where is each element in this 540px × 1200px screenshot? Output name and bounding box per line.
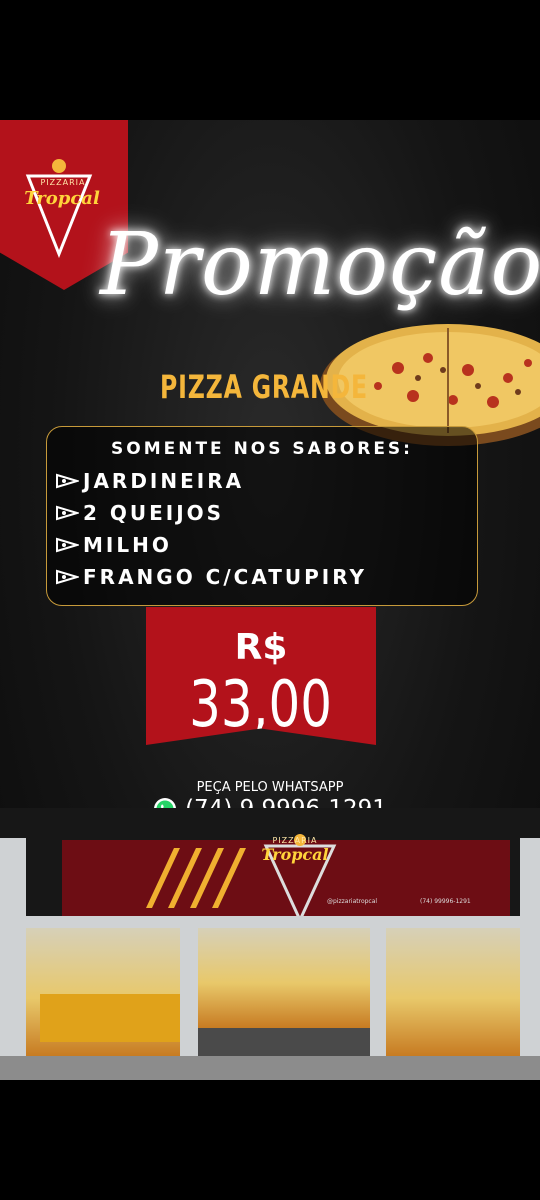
order-label: PEÇA PELO WHATSAPP [196, 780, 344, 795]
store-instagram: @pizzariatropcal [327, 898, 378, 905]
flavor-label: FRANGO C/CATUPIRY [83, 565, 368, 589]
flavor-item: MILHO [55, 533, 172, 557]
pizza-slice-icon [56, 537, 79, 553]
promo-poster: PIZZARIA Tropcal Promoção PIZZA GRANDE S… [0, 120, 540, 1080]
brand-name: Tropcal [24, 188, 100, 209]
store-brand: PIZZARIA Tropcal [250, 836, 340, 864]
flavors-heading: SOMENTE NOS SABORES: [111, 439, 413, 459]
brand-small-text: PIZZARIA [40, 178, 86, 187]
flavor-item: FRANGO C/CATUPIRY [55, 565, 367, 589]
price-value: 33,00 [189, 668, 333, 742]
price-currency: R$ [234, 627, 288, 668]
pizza-slice-icon [56, 473, 79, 489]
flavor-label: JARDINEIRA [83, 469, 245, 493]
store-phone: (74) 99996-1291 [420, 898, 471, 905]
pizza-slice-icon [56, 569, 79, 585]
subtitle: PIZZA GRANDE [160, 368, 368, 406]
flavor-item: JARDINEIRA [55, 469, 244, 493]
flavors-box: SOMENTE NOS SABORES: JARDINEIRA 2 QUEIJO… [46, 426, 478, 606]
store-brand-small: PIZZARIA [272, 836, 318, 845]
store-brand-name: Tropcal [261, 845, 329, 864]
promo-title: Promoção [100, 215, 540, 315]
price-ribbon: R$ 33,00 [146, 607, 376, 745]
flavor-label: 2 QUEIJOS [83, 501, 225, 525]
flavor-item: 2 QUEIJOS [55, 501, 224, 525]
price: R$ 33,00 [146, 627, 376, 742]
pizza-slice-icon [56, 505, 79, 521]
flavor-label: MILHO [83, 533, 172, 557]
storefront-photo: PIZZARIA Tropcal @pizzariatropcal (74) 9… [0, 808, 540, 1080]
